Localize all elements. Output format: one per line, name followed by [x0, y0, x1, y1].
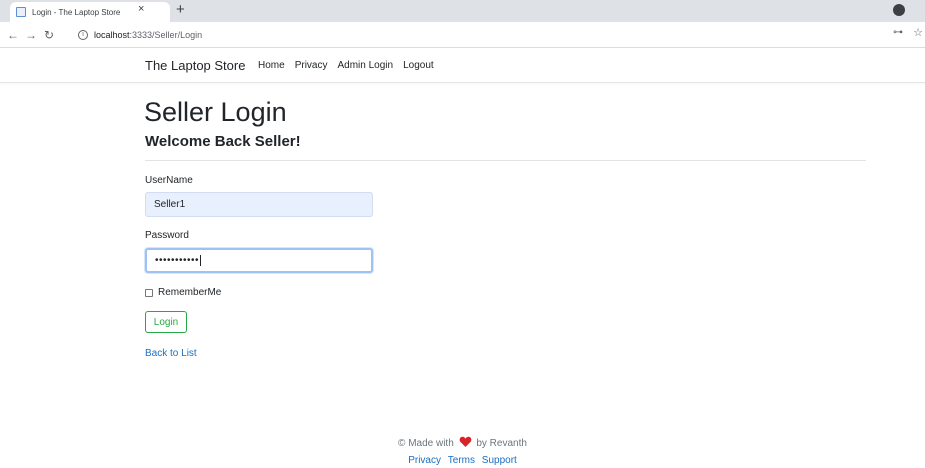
- username-value: Seller1: [154, 199, 186, 210]
- footer-credit: © Made with by Revanth: [0, 436, 925, 449]
- remember-me-label: RememberMe: [158, 287, 222, 298]
- favicon-icon: [16, 7, 26, 17]
- browser-toolbar: ← → ↻ i localhost:3333/Seller/Login: [0, 22, 925, 48]
- text-caret: [200, 255, 202, 266]
- page-title: Seller Login: [144, 97, 287, 127]
- nav-link-admin-login[interactable]: Admin Login: [337, 60, 393, 71]
- browser-tabstrip: Login - The Laptop Store × +: [0, 0, 925, 22]
- divider: [145, 160, 866, 161]
- brand-logo[interactable]: The Laptop Store: [145, 58, 245, 73]
- tab-title: Login - The Laptop Store: [32, 7, 121, 17]
- footer-by: by Revanth: [476, 438, 527, 449]
- password-input[interactable]: •••••••••••: [145, 248, 373, 273]
- username-input[interactable]: Seller1: [145, 192, 373, 217]
- password-label: Password: [145, 230, 189, 241]
- nav-link-logout[interactable]: Logout: [403, 60, 434, 71]
- footer-links: Privacy Terms Support: [0, 455, 925, 466]
- url-host: localhost: [94, 30, 130, 40]
- heart-icon: [459, 436, 471, 447]
- profile-icon[interactable]: [893, 4, 905, 16]
- forward-icon[interactable]: →: [22, 28, 40, 42]
- footer-made-with: © Made with: [398, 438, 454, 449]
- footer-link-terms[interactable]: Terms: [448, 455, 475, 466]
- info-icon[interactable]: i: [78, 30, 88, 40]
- new-tab-icon[interactable]: +: [176, 1, 185, 18]
- nav-link-privacy[interactable]: Privacy: [295, 60, 328, 71]
- nav-link-home[interactable]: Home: [258, 60, 285, 71]
- browser-tab[interactable]: Login - The Laptop Store: [10, 2, 170, 22]
- remember-me-row[interactable]: RememberMe: [145, 287, 221, 298]
- address-bar[interactable]: i localhost:3333/Seller/Login: [78, 26, 898, 44]
- nav-links: Home Privacy Admin Login Logout: [258, 60, 444, 71]
- footer-link-support[interactable]: Support: [482, 455, 517, 466]
- close-tab-icon[interactable]: ×: [138, 3, 144, 15]
- login-button[interactable]: Login: [145, 311, 187, 333]
- page-subtitle: Welcome Back Seller!: [145, 133, 301, 150]
- remember-me-checkbox[interactable]: [145, 288, 153, 297]
- password-value: •••••••••••: [155, 255, 200, 266]
- key-icon[interactable]: ⊶: [893, 27, 903, 38]
- star-icon[interactable]: ☆: [913, 26, 923, 39]
- reload-icon[interactable]: ↻: [40, 28, 58, 42]
- back-to-list-link[interactable]: Back to List: [145, 348, 197, 359]
- url-path: :3333/Seller/Login: [129, 30, 203, 40]
- back-icon[interactable]: ←: [4, 28, 22, 42]
- footer-link-privacy[interactable]: Privacy: [408, 455, 441, 466]
- site-navbar: The Laptop Store Home Privacy Admin Logi…: [0, 49, 925, 83]
- username-label: UserName: [145, 175, 193, 186]
